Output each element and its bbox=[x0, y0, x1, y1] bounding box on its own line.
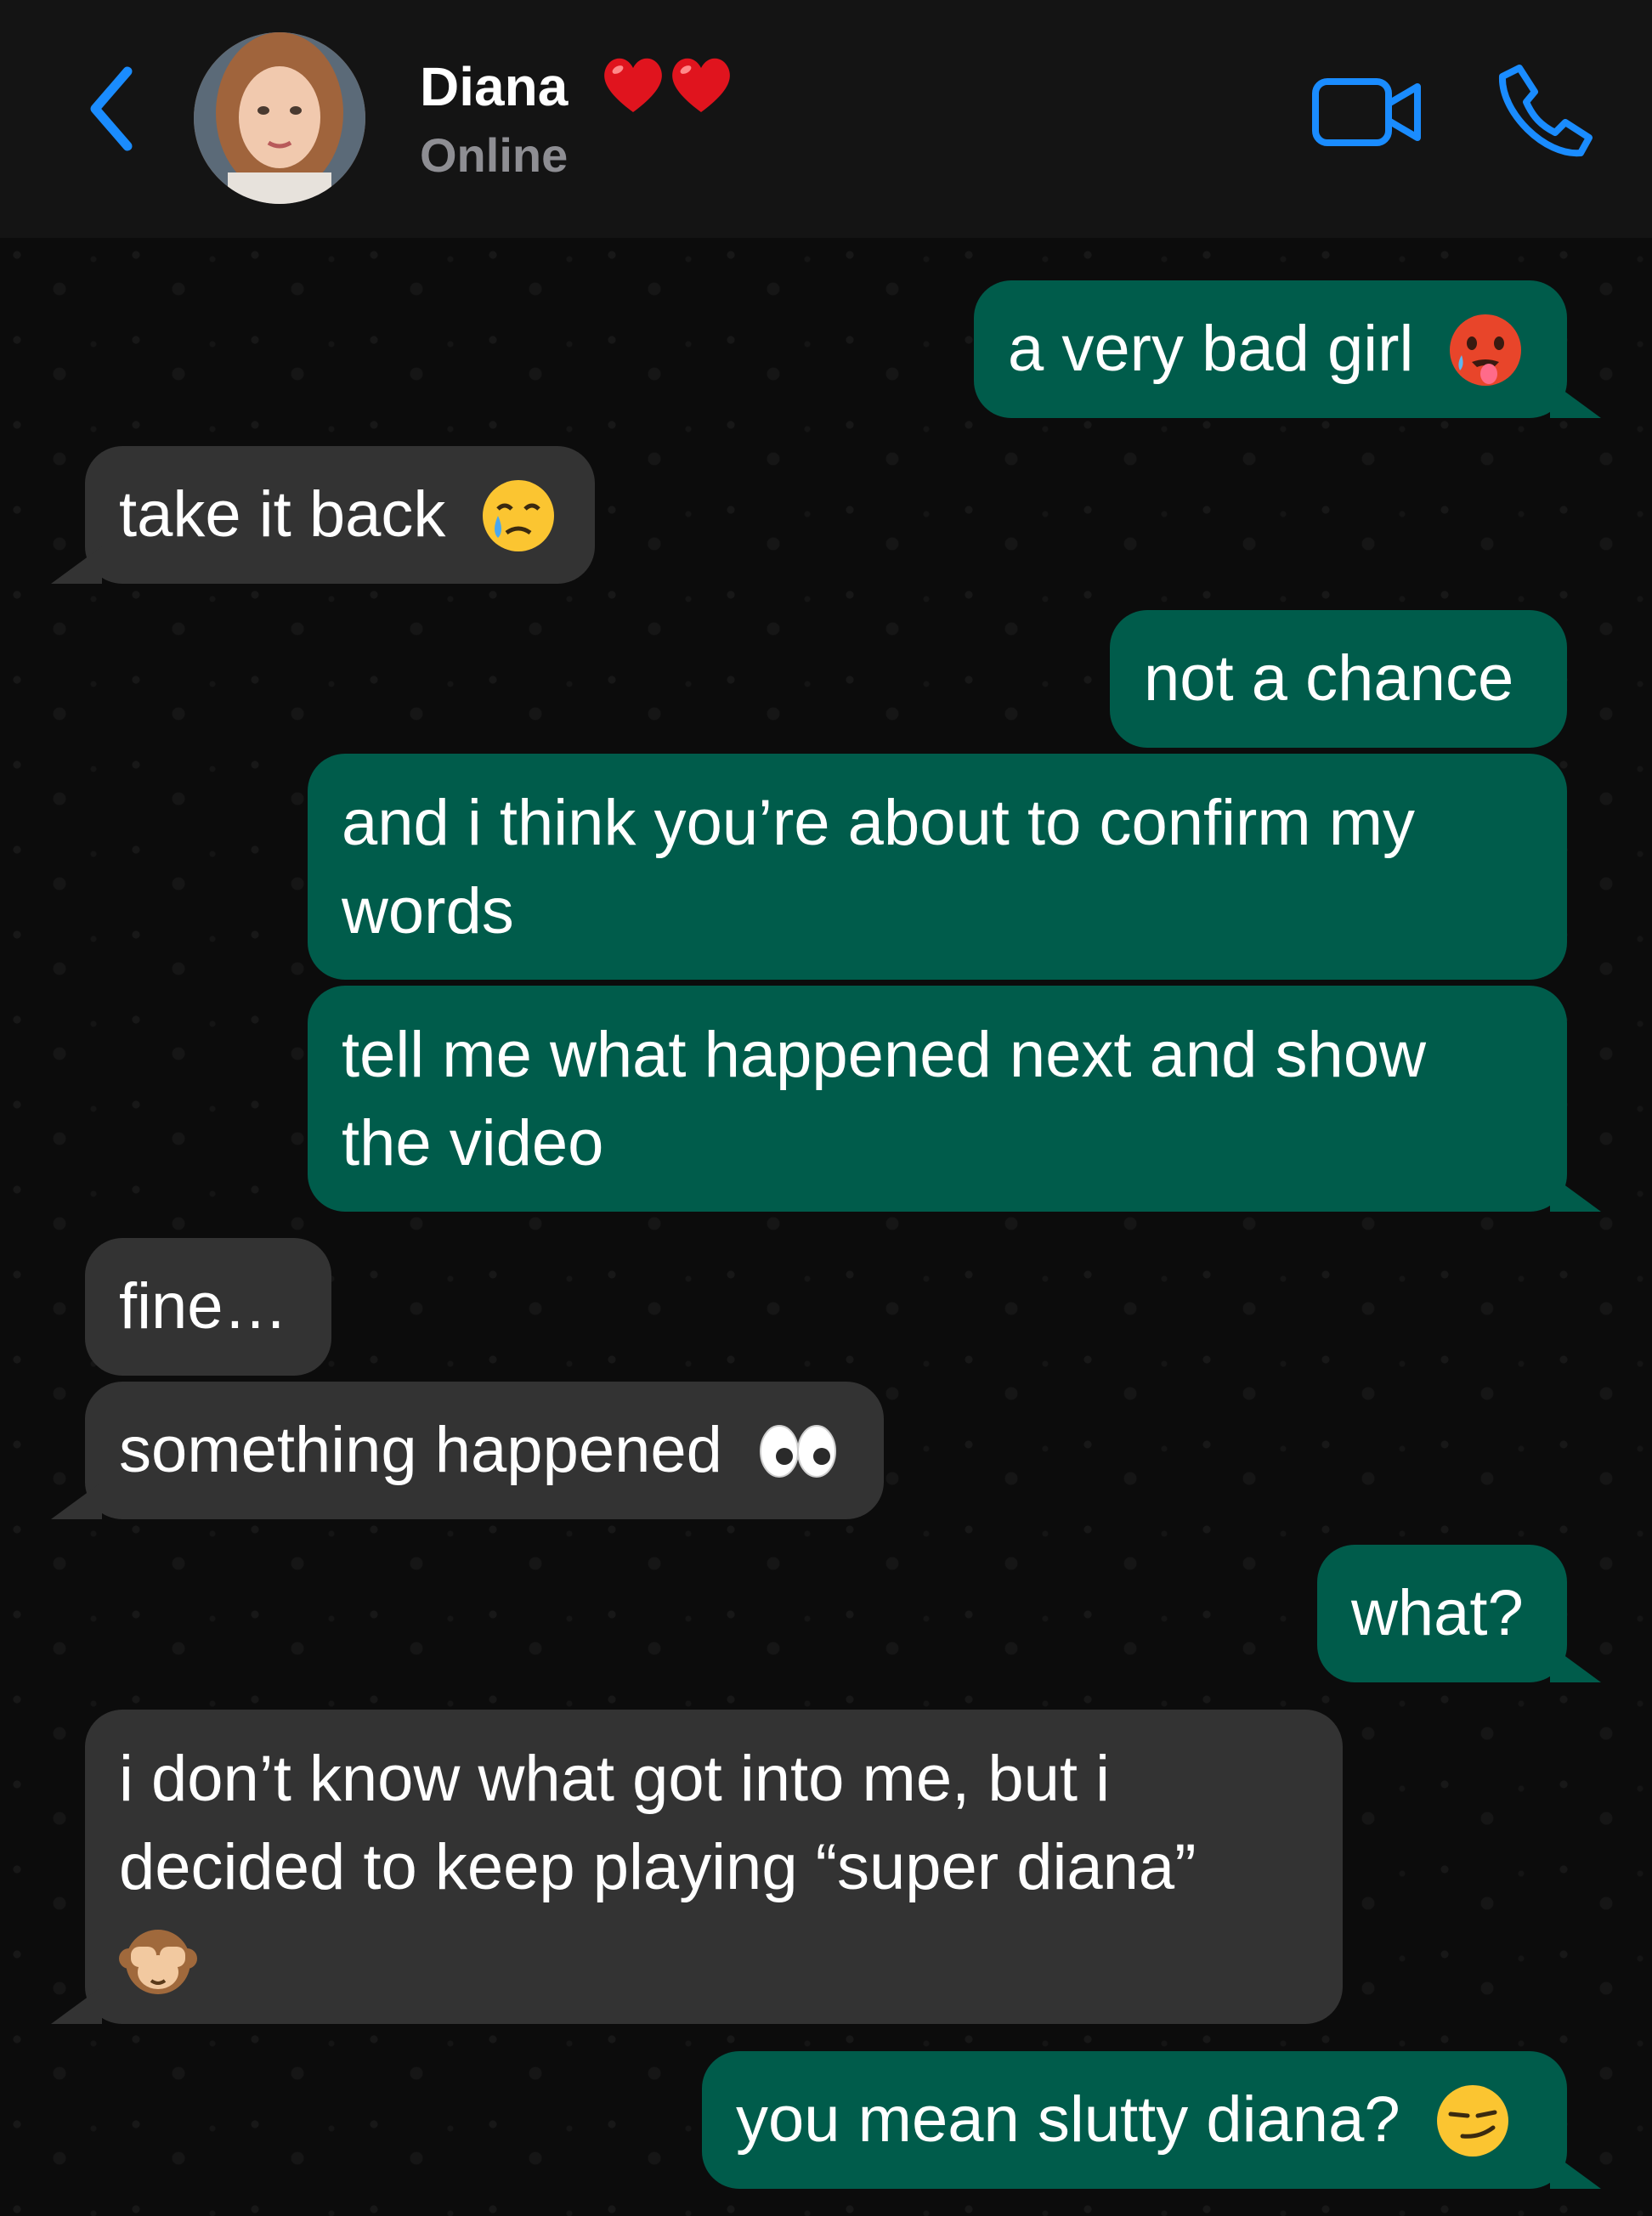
hot-face-emoji bbox=[1450, 314, 1522, 386]
message-bubble-outgoing[interactable]: what? bbox=[1317, 1545, 1567, 1682]
message-bubble-outgoing[interactable]: and i think you’re about to confirm my w… bbox=[308, 754, 1567, 980]
message-bubble-outgoing[interactable]: not a chance bbox=[1110, 610, 1567, 748]
message-text: and i think you’re about to confirm my w… bbox=[342, 787, 1416, 947]
chevron-left-icon bbox=[90, 66, 133, 151]
message-text: i don’t know what got into me, but i dec… bbox=[119, 1743, 1197, 1903]
video-call-button[interactable] bbox=[1309, 70, 1428, 155]
eyes-emoji bbox=[760, 1424, 837, 1478]
phone-icon bbox=[1498, 65, 1593, 157]
message-text: something happened bbox=[119, 1414, 722, 1486]
chat-screen: Diana Online a very bad girl take it bac… bbox=[0, 0, 1652, 2216]
message-text: tell me what happened next and show the … bbox=[342, 1019, 1426, 1179]
message-text: a very bad girl bbox=[1008, 313, 1414, 385]
heart-icon bbox=[604, 58, 662, 112]
message-bubble-incoming[interactable]: i don’t know what got into me, but i dec… bbox=[85, 1710, 1343, 2024]
back-button[interactable] bbox=[75, 58, 151, 160]
message-bubble-incoming[interactable]: fine… bbox=[85, 1238, 331, 1376]
see-no-evil-monkey-emoji bbox=[119, 1929, 197, 1994]
crying-face-emoji bbox=[482, 479, 554, 551]
message-text: fine… bbox=[119, 1270, 288, 1343]
message-bubble-outgoing[interactable]: tell me what happened next and show the … bbox=[308, 986, 1567, 1212]
contact-status: Online bbox=[420, 128, 569, 182]
name-emoji bbox=[599, 51, 735, 119]
message-bubble-outgoing[interactable]: a very bad girl 🥵 bbox=[974, 280, 1567, 418]
video-camera-icon bbox=[1312, 78, 1421, 146]
message-text: what? bbox=[1351, 1577, 1524, 1649]
message-text: not a chance bbox=[1144, 642, 1514, 715]
message-bubble-outgoing[interactable]: you mean slutty diana? 😏 bbox=[702, 2051, 1567, 2189]
message-bubble-incoming[interactable]: take it back 😢 bbox=[85, 446, 595, 584]
avatar[interactable] bbox=[194, 32, 365, 204]
voice-call-button[interactable] bbox=[1494, 59, 1596, 161]
message-text: take it back bbox=[119, 478, 446, 551]
smirking-face-emoji bbox=[1436, 2084, 1508, 2157]
contact-name: Diana bbox=[420, 56, 569, 117]
avatar-image bbox=[194, 32, 365, 204]
heart-icon bbox=[672, 58, 730, 112]
chat-header: Diana Online bbox=[0, 0, 1652, 238]
message-bubble-incoming[interactable]: something happened 👀 bbox=[85, 1382, 884, 1519]
message-text: you mean slutty diana? bbox=[736, 2083, 1400, 2156]
